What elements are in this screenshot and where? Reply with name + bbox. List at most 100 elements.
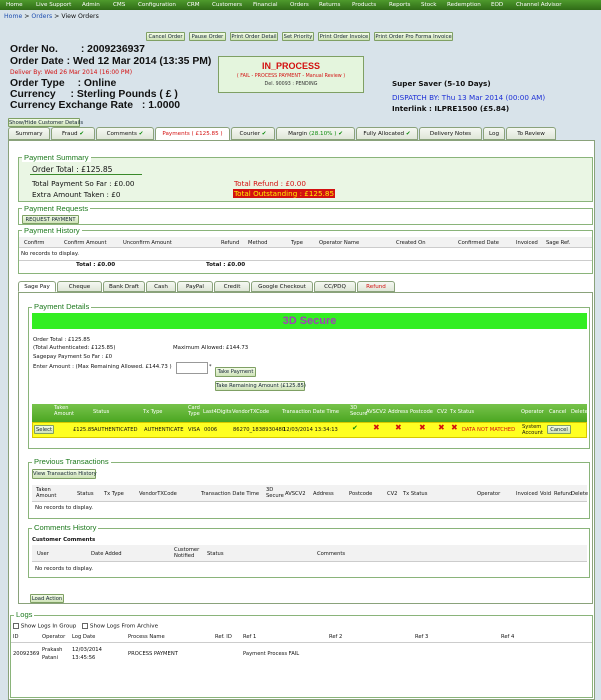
take-payment-button[interactable]: Take Payment	[215, 367, 256, 377]
column-header: Tx Status	[450, 409, 474, 415]
payment-summary-title: Payment Summary	[22, 153, 91, 162]
nav-configuration[interactable]: Configuration	[138, 0, 176, 10]
tab-log[interactable]: Log	[483, 127, 505, 140]
column-header: Log Date	[72, 634, 96, 640]
payment-requests-section	[18, 208, 593, 225]
set-priority-button[interactable]: Set Priority	[282, 32, 314, 41]
column-header: Void	[540, 491, 552, 497]
check-icon: ✔	[338, 131, 343, 137]
amount-input[interactable]	[176, 362, 208, 374]
cancel-button[interactable]: Cancel	[547, 425, 571, 434]
load-action-button[interactable]: Load Action	[30, 594, 64, 603]
nav-home[interactable]: Home	[6, 0, 23, 10]
log-date: 12/03/2014 13:45:56	[72, 647, 102, 661]
select-button[interactable]: Select	[34, 425, 54, 434]
tab-comments[interactable]: Comments ✔	[96, 127, 154, 140]
show-hide-customer-details-button[interactable]: Show/Hide Customer Details	[8, 118, 83, 127]
nav-eod[interactable]: EOD	[491, 0, 503, 10]
cross-icon: ✖	[419, 423, 426, 432]
column-header: Created On	[396, 240, 426, 246]
nav-reports[interactable]: Reports	[389, 0, 410, 10]
column-header: VendorTXCode	[232, 409, 270, 415]
nav-financial[interactable]: Financial	[253, 0, 278, 10]
column-header: Tx Status	[403, 491, 428, 497]
column-header: Status	[77, 491, 94, 497]
empty-message: No records to display.	[21, 251, 79, 257]
column-header: Invoiced	[516, 491, 538, 497]
nav-orders[interactable]: Orders	[290, 0, 309, 10]
column-header: Ref 2	[329, 634, 343, 640]
print-order-invoice-button[interactable]: Print Order Invoice	[318, 32, 370, 41]
column-header: Confirmed Date	[458, 240, 499, 246]
tab-margin[interactable]: Margin (28.10% ) ✔	[276, 127, 355, 140]
nav-returns[interactable]: Returns	[319, 0, 340, 10]
pause-order-button[interactable]: Pause Order	[189, 32, 226, 41]
order-total: Order Total : £125.85	[32, 165, 113, 174]
order-number: Order No. : 2009236937	[10, 44, 145, 55]
cancel-order-button[interactable]: Cancel Order	[146, 32, 185, 41]
order-date: Order Date : Wed 12 Mar 2014 (13:35 PM)	[10, 56, 212, 67]
total-refund-history: Total : £0.00	[206, 262, 246, 268]
tab-sage-pay[interactable]: Sage Pay	[18, 281, 56, 292]
column-header: VendorTXCode	[139, 491, 177, 497]
tab-cash[interactable]: Cash	[146, 281, 176, 292]
row-datetime: 12/03/2014 13:34:13	[283, 427, 338, 433]
cross-icon: ✖	[438, 423, 445, 432]
3d-secure-banner: 3D Secure	[32, 313, 587, 329]
view-transaction-history-button[interactable]: View Transaction History	[32, 469, 97, 479]
check-icon: ✔	[405, 131, 411, 137]
nav-channel-advisor[interactable]: Channel Advisor	[516, 0, 562, 10]
tab-bank-draft[interactable]: Bank Draft	[103, 281, 145, 292]
column-header: Delete	[571, 409, 588, 415]
checkbox[interactable]	[82, 623, 89, 629]
nav-stock[interactable]: Stock	[421, 0, 436, 10]
column-header: Ref 1	[243, 634, 257, 640]
breadcrumb-current: View Orders	[61, 13, 99, 20]
table-row: Select £125.85 AUTHENTICATED AUTHENTICAT…	[32, 422, 587, 438]
order-currency: Currency : Sterling Pounds ( £ )	[10, 89, 178, 100]
transaction-grid-header: Taken Amount Status Tx Type Card Type La…	[32, 404, 588, 422]
take-remaining-amount-button[interactable]: Take Remaining Amount (£125.85)	[215, 381, 306, 391]
tab-to-review[interactable]: To Review	[506, 127, 556, 140]
nav-crm[interactable]: CRM	[187, 0, 200, 10]
check-icon: ✔	[261, 131, 267, 137]
logs-title: Logs	[14, 610, 35, 619]
column-header: Taken Amount	[36, 487, 57, 499]
row-last4: 0006	[204, 427, 218, 433]
customer-comments-title: Customer Comments	[32, 537, 96, 543]
tab-fully-allocated[interactable]: Fully Allocated ✔	[356, 127, 418, 140]
request-payment-button[interactable]: REQUEST PAYMENT	[22, 215, 79, 224]
column-header: ID	[13, 634, 19, 640]
dispatch-by: DISPATCH BY: Thu 13 Mar 2014 (00:00 AM)	[392, 93, 546, 102]
checkbox[interactable]	[13, 623, 19, 629]
nav-cms[interactable]: CMS	[113, 0, 125, 10]
tab-google-checkout[interactable]: Google Checkout	[251, 281, 313, 292]
tab-courier[interactable]: Courier ✔	[231, 127, 275, 140]
show-logs-in-group[interactable]: Show Logs In Group Show Logs From Archiv…	[13, 623, 158, 630]
tab-cheque[interactable]: Cheque	[57, 281, 102, 292]
total-authenticated: (Total Authenticated: £125.85)	[33, 345, 116, 351]
tab-payments[interactable]: Payments ( £125.85 )	[155, 127, 230, 141]
column-header: CV2	[387, 491, 398, 497]
print-order-detail-button[interactable]: Print Order Detail	[230, 32, 278, 41]
tab-fraud[interactable]: Fraud ✔	[51, 127, 95, 140]
nav-admin[interactable]: Admin	[82, 0, 100, 10]
total-confirm: Total : £0.00	[76, 262, 116, 268]
tab-credit[interactable]: Credit	[214, 281, 250, 292]
nav-products[interactable]: Products	[352, 0, 376, 10]
nav-redemption[interactable]: Redemption	[447, 0, 481, 10]
print-pro-forma-invoice-button[interactable]: Print Order Pro Forma Invoice	[374, 32, 453, 41]
tab-refund[interactable]: Refund	[357, 281, 395, 292]
nav-live-support[interactable]: Live Support	[36, 0, 71, 10]
tab-paypal[interactable]: PayPal	[177, 281, 213, 292]
breadcrumb-home[interactable]: Home	[4, 13, 22, 20]
tab-delivery-notes[interactable]: Delivery Notes	[419, 127, 482, 140]
nav-customers[interactable]: Customers	[212, 0, 242, 10]
extra-amount-taken: Extra Amount Taken : £0	[32, 190, 121, 199]
column-header: Postcode	[349, 491, 373, 497]
column-header: Date Added	[91, 551, 122, 557]
tab-cc-pdq[interactable]: CC/PDQ	[314, 281, 356, 292]
breadcrumb-orders[interactable]: Orders	[31, 13, 52, 20]
tab-summary[interactable]: Summary	[8, 127, 50, 140]
row-status: AUTHENTICATED	[94, 427, 138, 433]
